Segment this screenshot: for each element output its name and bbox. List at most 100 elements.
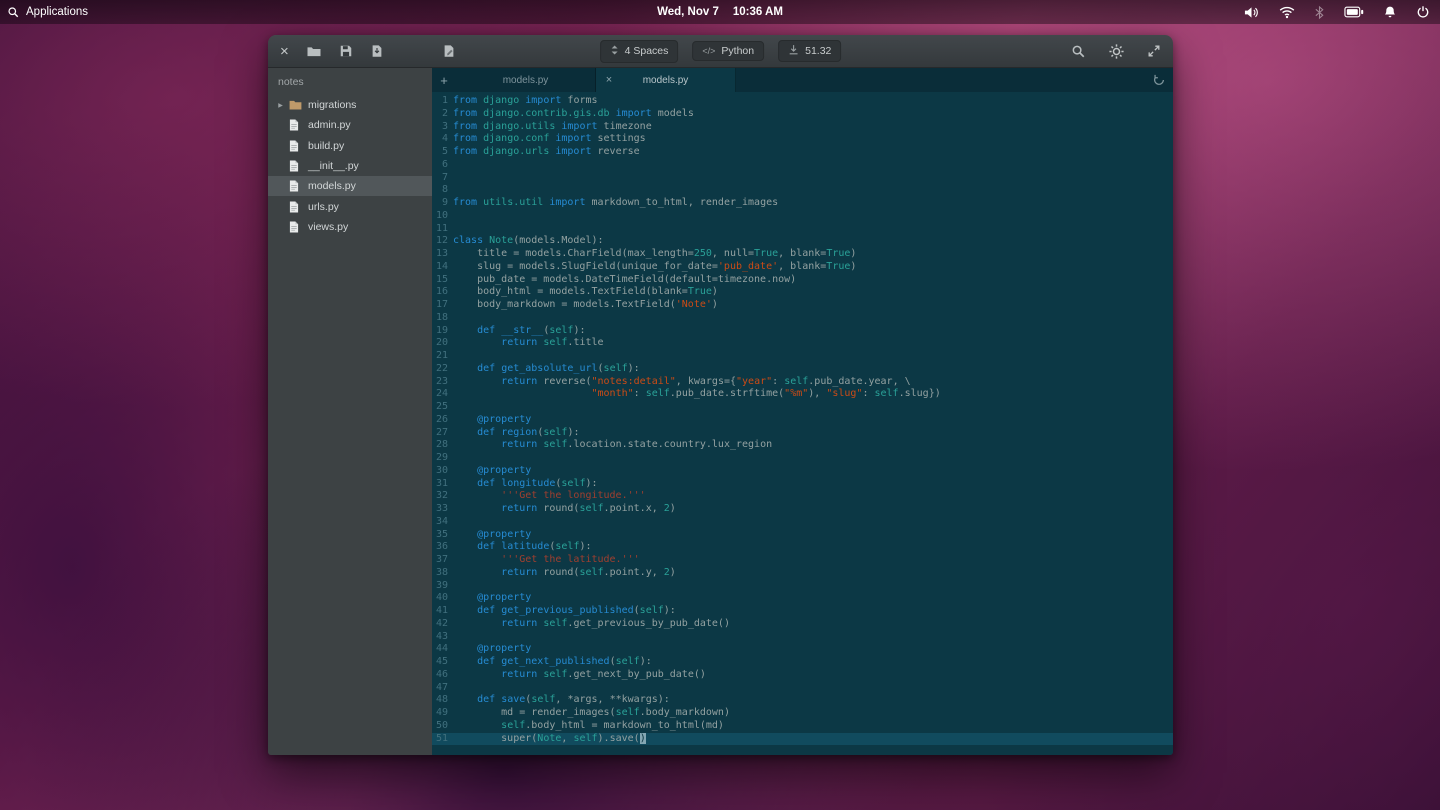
file-icon [289, 119, 302, 131]
code-line-11: 11 [432, 223, 1173, 236]
code-line-5: 5from django.urls import reverse [432, 146, 1173, 159]
search-button[interactable] [1071, 44, 1086, 59]
sidebar-item-migrations[interactable]: ▶ migrations [268, 95, 432, 115]
code-line-43: 43 [432, 631, 1173, 644]
notifications-icon[interactable] [1383, 5, 1397, 19]
code-line-22: 22 def get_absolute_url(self): [432, 363, 1173, 376]
panel-date: Wed, Nov 7 [657, 6, 719, 18]
expander-icon[interactable]: ▶ [275, 102, 286, 109]
file-label: build.py [305, 140, 344, 152]
code-line-17: 17 body_markdown = models.TextField('Not… [432, 299, 1173, 312]
code-line-42: 42 return self.get_previous_by_pub_date(… [432, 618, 1173, 631]
sidebar-item-init-py[interactable]: __init__.py [268, 156, 432, 176]
sidebar-file-list: ▶ migrations admin.py build.py __init__.pymo… [268, 95, 432, 237]
file-label: views.py [305, 221, 348, 233]
settings-gear-button[interactable] [1108, 43, 1125, 60]
file-icon [289, 160, 302, 172]
language-selector-button[interactable]: </> Python [692, 41, 764, 61]
code-line-12: 12class Note(models.Model): [432, 235, 1173, 248]
file-icon [289, 201, 302, 213]
code-line-9: 9from utils.util import markdown_to_html… [432, 197, 1173, 210]
new-tab-button[interactable]: + [432, 68, 456, 92]
sidebar-item-admin-py[interactable]: admin.py [268, 115, 432, 135]
code-line-16: 16 body_html = models.TextField(blank=Tr… [432, 286, 1173, 299]
templates-button[interactable] [442, 44, 456, 58]
code-line-3: 3from django.utils import timezone [432, 121, 1173, 134]
code-line-41: 41 def get_previous_published(self): [432, 605, 1173, 618]
sidebar-item-urls-py[interactable]: urls.py [268, 196, 432, 216]
save-as-button[interactable] [370, 44, 384, 58]
file-label: __init__.py [305, 160, 359, 172]
project-folder-name[interactable]: notes [268, 72, 432, 95]
code-line-14: 14 slug = models.SlugField(unique_for_da… [432, 261, 1173, 274]
panel-time: 10:36 AM [733, 6, 783, 18]
battery-icon[interactable] [1344, 6, 1364, 18]
code-line-28: 28 return self.location.state.country.lu… [432, 439, 1173, 452]
folder-icon [289, 100, 302, 110]
window-close-button[interactable]: × [280, 44, 289, 59]
code-line-25: 25 [432, 401, 1173, 414]
file-icon [289, 140, 302, 152]
system-indicators [1243, 5, 1430, 20]
tab-strip: models.py × models.py [456, 68, 736, 92]
file-label: urls.py [305, 201, 339, 213]
code-line-8: 8 [432, 184, 1173, 197]
tab-models-py[interactable]: × models.py [596, 68, 736, 92]
sidebar-item-build-py[interactable]: build.py [268, 136, 432, 156]
code-line-38: 38 return round(self.point.y, 2) [432, 567, 1173, 580]
file-icon [289, 221, 302, 233]
code-line-49: 49 md = render_images(self.body_markdown… [432, 707, 1173, 720]
editor-column: + models.py × models.py 1from django impor… [432, 68, 1173, 755]
code-line-26: 26 @property [432, 414, 1173, 427]
code-line-46: 46 return self.get_next_by_pub_date() [432, 669, 1173, 682]
applications-label: Applications [26, 6, 88, 18]
code-line-51: 51 super(Note, self).save() [432, 733, 1173, 746]
window-headerbar: × 4 Spaces </> P [268, 35, 1173, 68]
file-sidebar: notes ▶ migrations admin.py build.py __init_… [268, 68, 432, 755]
sidebar-item-models-py[interactable]: models.py [268, 176, 432, 196]
code-line-1: 1from django import forms [432, 95, 1173, 108]
goto-line-icon [788, 44, 799, 58]
tab-label: models.py [503, 75, 549, 86]
code-line-45: 45 def get_next_published(self): [432, 656, 1173, 669]
code-line-50: 50 self.body_html = markdown_to_html(md) [432, 720, 1173, 733]
save-button[interactable] [339, 44, 353, 58]
datetime-indicator[interactable]: Wed, Nov 7 10:36 AM [657, 6, 783, 18]
wifi-icon[interactable] [1279, 5, 1295, 19]
code-line-27: 27 def region(self): [432, 427, 1173, 440]
code-line-44: 44 @property [432, 643, 1173, 656]
code-line-32: 32 '''Get the longitude.''' [432, 490, 1173, 503]
applications-menu[interactable]: Applications [7, 6, 88, 19]
code-line-18: 18 [432, 312, 1173, 325]
tab-models-py[interactable]: models.py [456, 68, 596, 92]
code-area[interactable]: 1from django import forms2from django.co… [432, 92, 1173, 755]
code-brackets-icon: </> [702, 46, 715, 56]
code-line-35: 35 @property [432, 529, 1173, 542]
code-editor-window: × 4 Spaces </> P [268, 35, 1173, 755]
tab-close-icon[interactable]: × [603, 75, 615, 86]
code-line-7: 7 [432, 172, 1173, 185]
code-line-39: 39 [432, 580, 1173, 593]
code-line-21: 21 [432, 350, 1173, 363]
code-line-31: 31 def longitude(self): [432, 478, 1173, 491]
file-label: models.py [305, 180, 356, 192]
app-search-icon [7, 6, 20, 19]
tab-label: models.py [643, 75, 689, 86]
code-line-34: 34 [432, 516, 1173, 529]
text-cursor: ) [640, 733, 646, 744]
volume-icon[interactable] [1243, 5, 1260, 20]
history-button[interactable] [1152, 68, 1166, 92]
bluetooth-icon[interactable] [1314, 5, 1325, 20]
fullscreen-button[interactable] [1147, 44, 1161, 58]
code-line-19: 19 def __str__(self): [432, 325, 1173, 338]
goto-line-button[interactable]: 51.32 [778, 40, 841, 62]
power-icon[interactable] [1416, 5, 1430, 19]
indent-width-button[interactable]: 4 Spaces [600, 40, 679, 63]
code-line-36: 36 def latitude(self): [432, 541, 1173, 554]
top-panel: Applications Wed, Nov 7 10:36 AM [0, 0, 1440, 24]
tab-bar: + models.py × models.py [432, 68, 1173, 92]
file-label: migrations [305, 99, 356, 111]
sidebar-item-views-py[interactable]: views.py [268, 217, 432, 237]
open-folder-button[interactable] [306, 45, 322, 58]
code-line-24: 24 "month": self.pub_date.strftime("%m")… [432, 388, 1173, 401]
